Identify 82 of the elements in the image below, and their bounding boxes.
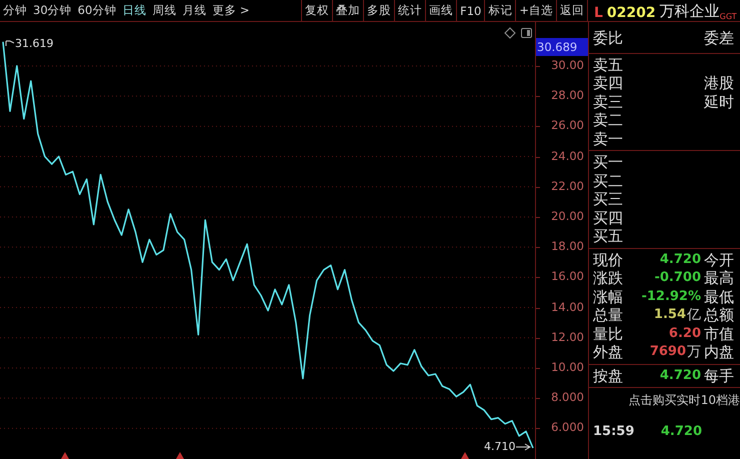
low-price-label: 4.710: [484, 440, 516, 453]
axis-label: 22.00: [551, 178, 584, 193]
field-value: 1.54: [652, 306, 686, 324]
field-label: 今开: [704, 250, 735, 269]
toolbar-button[interactable]: 返回: [557, 0, 588, 21]
axis-label: 16.00: [551, 269, 584, 284]
arrow-icon: [516, 444, 531, 450]
field-value: 6.20: [668, 324, 702, 342]
field-label: 最高: [704, 269, 735, 288]
field-label: 总量: [593, 306, 624, 324]
axis-label: 6.000: [551, 420, 584, 434]
ask-level-label: 卖四: [593, 74, 624, 92]
diamond-icon[interactable]: [504, 27, 516, 39]
toolbar-button[interactable]: 复权: [302, 0, 334, 21]
market-label: L: [594, 5, 603, 21]
axis-label: 8.000: [551, 390, 584, 404]
field-label: 量比: [593, 324, 624, 343]
ask-level-label: 卖三: [593, 92, 624, 111]
field-value: 7690: [648, 343, 686, 361]
period-tab[interactable]: 60分钟: [74, 0, 120, 21]
current-price-label: 30.689: [536, 38, 588, 56]
period-tab[interactable]: 更多 >: [209, 0, 253, 21]
field-label: 按盘: [593, 366, 624, 385]
toolbar-button[interactable]: 叠加: [333, 0, 364, 21]
bid-level-label: 买一: [593, 153, 624, 172]
field-label: 涨跌: [593, 269, 624, 288]
toolbar-button[interactable]: +自选: [516, 0, 557, 21]
promo-link[interactable]: 点击购买实时10档港: [593, 392, 740, 409]
axis-label: 18.00: [551, 239, 584, 254]
field-label: 委比: [593, 29, 624, 48]
ask-level-label: 卖二: [593, 111, 624, 130]
axis-label: 30.00: [551, 58, 584, 72]
bid-level-label: 买三: [593, 190, 624, 208]
triangle-marker-icon: [176, 452, 184, 459]
field-label: 涨幅: [593, 288, 624, 306]
notice-text: 港股: [704, 74, 735, 92]
field-value: 4.720: [658, 366, 702, 384]
field-label: 每手: [704, 366, 735, 385]
bid-level-label: 买五: [593, 227, 624, 246]
field-label: 外盘: [593, 343, 624, 362]
axis-label: 26.00: [551, 118, 584, 132]
exchange-label: GGT: [720, 12, 737, 21]
period-tab[interactable]: 月线: [179, 0, 210, 21]
unit-label: 亿: [687, 306, 702, 324]
axis-label: 10.00: [551, 360, 584, 374]
ask-level-label: 卖五: [593, 56, 624, 74]
axis-label: 24.00: [551, 148, 584, 163]
high-price-label: 31.619: [15, 37, 54, 50]
period-tab[interactable]: 周线: [149, 0, 180, 21]
unit-label: 万: [687, 343, 702, 362]
bid-level-label: 买四: [593, 208, 624, 227]
panel-toggle-icon[interactable]: [521, 28, 532, 38]
field-label: 总额: [704, 306, 735, 324]
stock-code: 02202: [606, 5, 656, 21]
axis-label: 14.00: [551, 300, 584, 314]
toolbar-button[interactable]: 画线: [426, 0, 458, 21]
axis-label: 28.00: [551, 88, 584, 102]
toolbar-button[interactable]: 统计: [395, 0, 426, 21]
field-label: 委差: [704, 29, 735, 48]
trade-time: 15:59: [593, 423, 634, 442]
period-tab[interactable]: 分钟: [0, 0, 30, 21]
field-label: 市值: [704, 324, 735, 343]
field-label: 最低: [704, 288, 735, 306]
period-tab[interactable]: 日线: [119, 0, 150, 21]
field-value: -12.92%: [640, 288, 702, 306]
stock-name: 万科企业: [660, 2, 720, 21]
bid-level-label: 买二: [593, 172, 624, 190]
axis-label: 12.00: [551, 330, 584, 344]
toolbar-button[interactable]: 多股: [364, 0, 396, 21]
triangle-marker-icon: [461, 452, 469, 459]
field-label: 内盘: [704, 343, 735, 362]
field-value: 4.720: [658, 250, 702, 268]
notice-text: 延时: [704, 92, 735, 111]
axis-label: 20.00: [551, 208, 584, 223]
trade-price: 4.720: [660, 423, 703, 441]
toolbar-button[interactable]: F10: [457, 0, 486, 21]
period-tab[interactable]: 30分钟: [30, 0, 75, 21]
ask-level-label: 卖一: [593, 130, 624, 148]
field-label: 现价: [593, 250, 624, 269]
toolbar-button[interactable]: 标记: [485, 0, 516, 21]
field-value: -0.700: [653, 269, 702, 287]
triangle-marker-icon: [61, 452, 69, 459]
